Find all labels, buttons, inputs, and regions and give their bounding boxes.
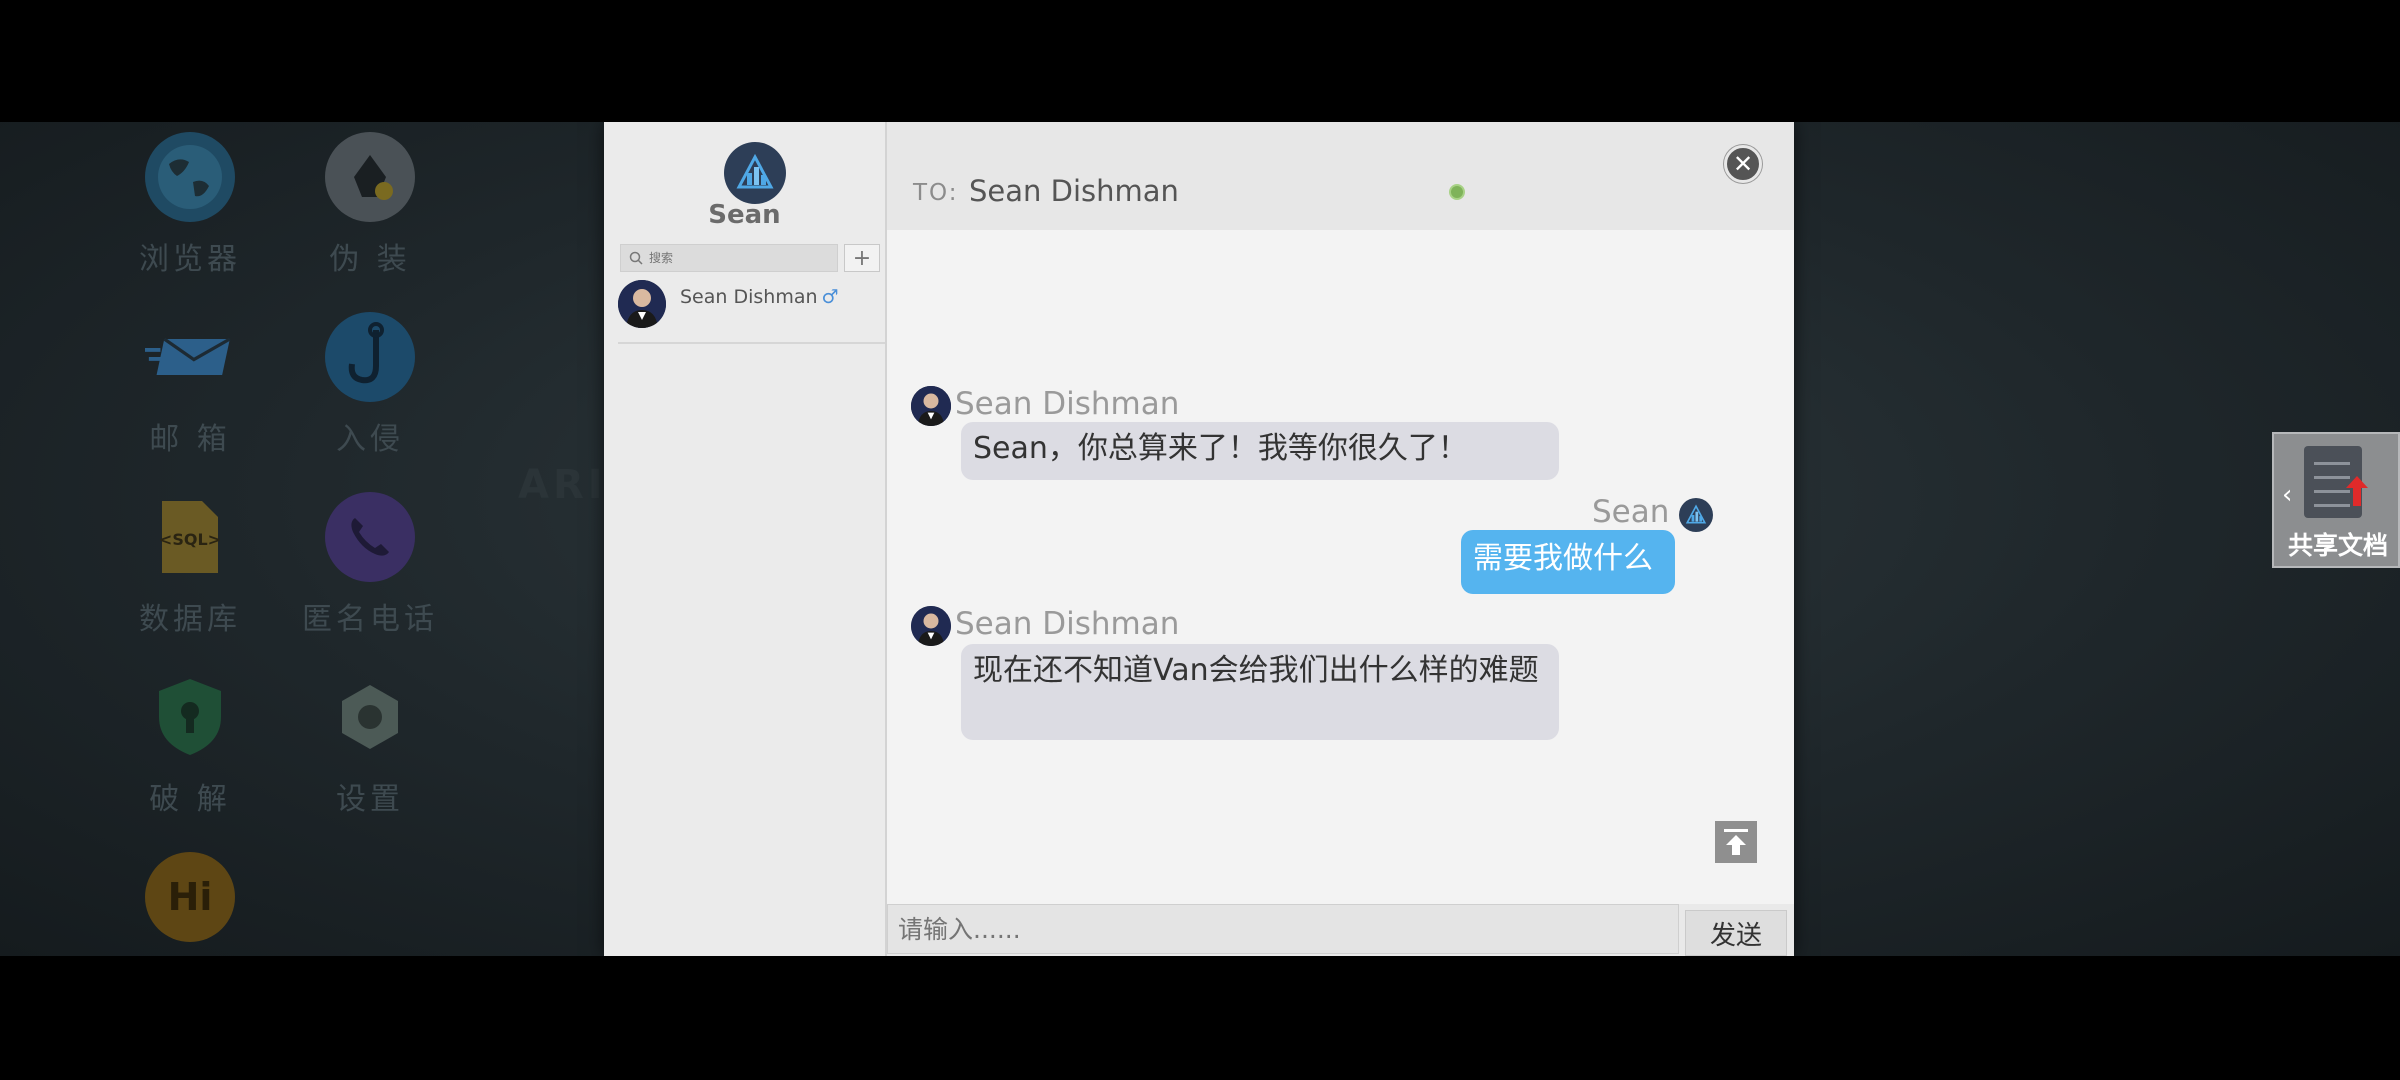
message-list[interactable]: Sean Dishman Sean，你总算来了！我等你很久了！ Sean 需要我… bbox=[887, 230, 1794, 910]
globe-icon bbox=[145, 132, 235, 222]
sender-name: Sean bbox=[1592, 494, 1670, 530]
shield-key-icon bbox=[145, 672, 235, 762]
app-label: 入侵 bbox=[336, 422, 404, 457]
app-label: 设置 bbox=[336, 782, 404, 817]
hi-icon: Hi bbox=[145, 852, 235, 942]
sender-avatar bbox=[1679, 498, 1713, 532]
contact-name: Sean Dishman ♂ bbox=[680, 286, 839, 308]
app-intrude[interactable]: 入侵 bbox=[280, 312, 460, 458]
contacts-sidebar: Sean + Sean Dishman♂ bbox=[604, 122, 887, 956]
arrow-up-icon bbox=[1724, 829, 1748, 855]
sender-avatar bbox=[911, 606, 951, 646]
disguise-icon bbox=[325, 132, 415, 222]
message-bubble-outgoing: 需要我做什么 bbox=[1461, 530, 1675, 594]
svg-text:<SQL>: <SQL> bbox=[159, 530, 221, 549]
app-disguise[interactable]: 伪 装 bbox=[280, 132, 460, 278]
search-box[interactable] bbox=[620, 244, 838, 272]
mail-icon bbox=[145, 312, 235, 402]
message-composer: 发送 bbox=[887, 904, 1794, 956]
search-icon bbox=[629, 251, 643, 265]
app-anon-phone[interactable]: 匿名电话 bbox=[280, 492, 460, 638]
sender-name: Sean Dishman bbox=[955, 606, 1180, 642]
app-label: 数据库 bbox=[139, 602, 241, 637]
recipient-name: Sean Dishman bbox=[969, 174, 1179, 208]
chevron-left-icon: ‹ bbox=[2282, 480, 2293, 510]
logo-icon bbox=[736, 153, 774, 189]
sender-avatar bbox=[911, 386, 951, 426]
scroll-to-top-button[interactable] bbox=[1715, 821, 1757, 863]
close-button[interactable]: ✕ bbox=[1724, 145, 1762, 183]
app-label: 伪 装 bbox=[329, 242, 411, 277]
chat-window: Sean + Sean Dishman♂ TO: Sean Dishm bbox=[604, 122, 1794, 956]
map-decoration: ARI bbox=[518, 462, 607, 508]
app-label: 破 解 bbox=[149, 782, 231, 817]
chat-header: TO: Sean Dishman bbox=[887, 122, 1794, 230]
contact-list-item[interactable]: Sean Dishman ♂ bbox=[618, 280, 885, 344]
app-mail[interactable]: 邮 箱 bbox=[100, 312, 280, 458]
message-input[interactable] bbox=[887, 904, 1679, 954]
add-contact-button[interactable]: + bbox=[844, 244, 880, 272]
contact-avatar bbox=[618, 280, 666, 328]
app-database[interactable]: <SQL> 数据库 bbox=[100, 492, 280, 638]
app-label: 浏览器 bbox=[139, 242, 241, 277]
user-avatar[interactable] bbox=[724, 142, 786, 204]
sender-name: Sean Dishman bbox=[955, 386, 1180, 422]
message-bubble-incoming: 现在还不知道Van会给我们出什么样的难题 bbox=[961, 644, 1559, 740]
app-label: 邮 箱 bbox=[149, 422, 231, 457]
search-input[interactable] bbox=[647, 250, 831, 266]
gear-icon bbox=[325, 672, 415, 762]
app-crack[interactable]: 破 解 bbox=[100, 672, 280, 818]
send-button[interactable]: 发送 bbox=[1685, 910, 1787, 956]
share-docs-tab[interactable]: ‹ 共享文档 bbox=[2272, 432, 2400, 568]
logo-icon bbox=[1685, 504, 1707, 524]
user-name: Sean bbox=[708, 200, 781, 230]
to-label: TO: bbox=[913, 180, 959, 206]
hook-icon bbox=[325, 312, 415, 402]
app-label: 匿名电话 bbox=[302, 602, 438, 637]
message-bubble-incoming: Sean，你总算来了！我等你很久了！ bbox=[961, 422, 1559, 480]
app-browser[interactable]: 浏览器 bbox=[100, 132, 280, 278]
upload-arrow-icon bbox=[2346, 476, 2368, 506]
app-hi[interactable]: Hi bbox=[100, 852, 280, 942]
online-status-icon bbox=[1449, 184, 1465, 200]
share-docs-label: 共享文档 bbox=[2287, 531, 2388, 560]
gender-male-icon: ♂ bbox=[821, 286, 839, 308]
app-settings[interactable]: 设置 bbox=[280, 672, 460, 818]
phone-icon bbox=[325, 492, 415, 582]
sql-file-icon: <SQL> bbox=[145, 492, 235, 582]
